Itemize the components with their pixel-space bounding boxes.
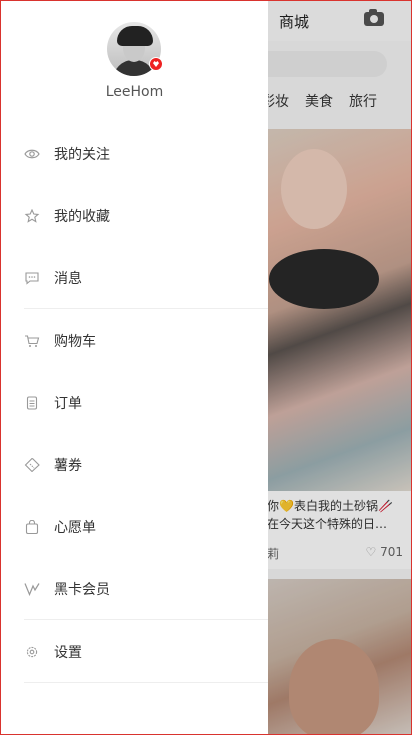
menu-item-following[interactable]: 我的关注 [1,134,268,174]
message-icon [24,271,40,285]
verified-badge-icon [149,57,163,71]
star-icon [24,209,40,223]
divider [24,619,268,620]
menu-item-cart[interactable]: 购物车 [1,321,268,361]
settings-icon [24,645,40,659]
cart-icon [24,334,40,348]
menu-item-label: 订单 [54,396,82,412]
menu-item-label: 薯券 [54,458,82,474]
menu-item-wishlist[interactable]: 心愿单 [1,507,268,547]
menu-item-label: 购物车 [54,334,96,350]
menu-item-label: 设置 [54,645,82,661]
divider [24,682,268,683]
menu-item-label: 心愿单 [54,520,96,536]
menu-item-label: 消息 [54,271,82,287]
menu-item-coupons[interactable]: 薯券 [1,445,268,485]
menu-item-orders[interactable]: 订单 [1,383,268,423]
side-drawer: LeeHom 我的关注 我的收藏 消息 购物车 订单 薯券 心愿单 黑卡会员 设… [1,1,268,734]
wishlist-icon [24,520,40,534]
menu-item-label: 我的关注 [54,147,110,163]
menu-item-settings[interactable]: 设置 [1,632,268,672]
eye-icon [24,147,40,161]
menu-item-black-card[interactable]: 黑卡会员 [1,569,268,609]
black-card-icon [24,582,40,596]
menu-item-label: 我的收藏 [54,209,110,225]
divider [24,308,268,309]
username[interactable]: LeeHom [1,84,268,100]
menu-item-messages[interactable]: 消息 [1,258,268,298]
app-frame: 商城 彩妆 美食 旅行 你💛表白我的土砂锅🥢 在今天这个特殊的日… 莉 ♡ 70… [0,0,412,735]
menu-item-label: 黑卡会员 [54,582,110,598]
order-icon [24,396,40,410]
menu-item-favorites[interactable]: 我的收藏 [1,196,268,236]
coupon-icon [24,458,40,472]
